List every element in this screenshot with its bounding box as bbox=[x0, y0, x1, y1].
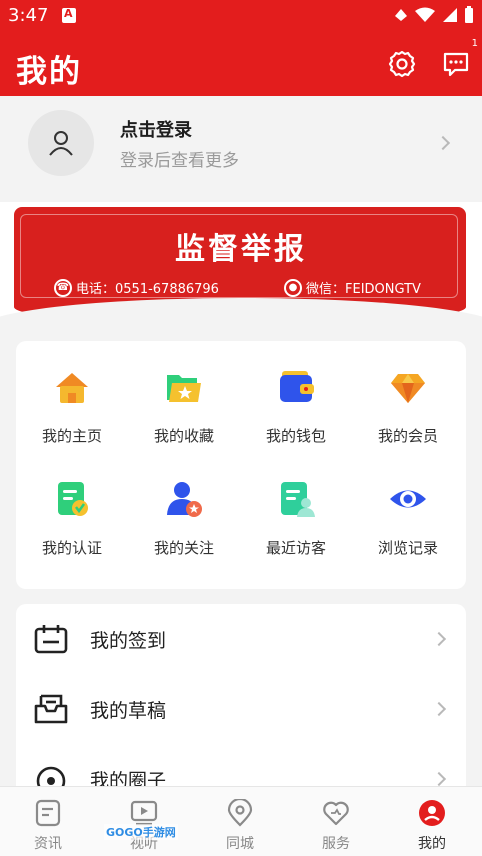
folder-star-icon bbox=[167, 375, 201, 402]
status-time: 3:47 bbox=[8, 5, 49, 26]
top-bar: 3:47 我的 1 bbox=[0, 0, 482, 96]
grid-label: 我的钱包 bbox=[265, 427, 326, 445]
eye-icon bbox=[390, 490, 426, 508]
nav-label: 同城 bbox=[226, 836, 254, 852]
grid-label: 我的主页 bbox=[41, 427, 102, 445]
nav-local[interactable]: 同城 bbox=[192, 787, 288, 856]
list-item-drafts[interactable]: 我的草稿 bbox=[16, 674, 466, 744]
calendar-icon bbox=[34, 625, 68, 654]
visitor-icon bbox=[281, 482, 315, 517]
nav-label: 资讯 bbox=[34, 836, 62, 852]
gear-icon bbox=[388, 50, 416, 78]
chevron-right-icon bbox=[435, 135, 451, 151]
wifi-icon bbox=[415, 7, 435, 22]
wallet-icon bbox=[280, 371, 314, 402]
list-item-checkin[interactable]: 我的签到 bbox=[16, 604, 466, 674]
grid-label: 浏览记录 bbox=[377, 539, 438, 557]
chevron-right-icon bbox=[431, 771, 447, 787]
grid-label: 我的收藏 bbox=[153, 427, 214, 445]
banner-phone: ☎ 电话：0551-67886796 bbox=[54, 278, 219, 297]
grid-label: 我的认证 bbox=[41, 539, 102, 557]
grid-item-history[interactable]: 浏览记录 bbox=[352, 453, 464, 563]
page-title: 我的 bbox=[16, 54, 82, 90]
settings-button[interactable] bbox=[384, 46, 420, 82]
status-icons bbox=[394, 6, 474, 24]
avatar[interactable] bbox=[28, 110, 94, 176]
diamond-icon bbox=[391, 374, 425, 403]
grid-item-wallet[interactable]: 我的钱包 bbox=[240, 341, 352, 451]
wechat-icon: ● bbox=[284, 278, 302, 297]
location-icon bbox=[227, 799, 253, 827]
menu-list: 我的签到 我的草稿 我的圈子 bbox=[16, 604, 466, 804]
cellular-icon bbox=[443, 8, 457, 22]
battery-icon bbox=[465, 6, 473, 23]
certify-icon bbox=[58, 482, 88, 516]
grid-label: 我的会员 bbox=[377, 427, 438, 445]
news-icon bbox=[35, 799, 61, 827]
nav-label: 我的 bbox=[418, 836, 446, 852]
nav-label: 服务 bbox=[322, 836, 350, 852]
list-item-label: 我的签到 bbox=[90, 630, 167, 652]
nav-video[interactable]: 视听 bbox=[96, 787, 192, 856]
grid-item-certification[interactable]: 我的认证 bbox=[16, 453, 128, 563]
signal-icon bbox=[395, 9, 407, 21]
video-icon bbox=[130, 800, 158, 826]
chevron-right-icon bbox=[431, 701, 447, 717]
messages-button[interactable]: 1 bbox=[438, 38, 478, 82]
grid-label: 最近访客 bbox=[265, 539, 326, 557]
grid-item-following[interactable]: 我的关注 bbox=[128, 453, 240, 563]
message-badge: 1 bbox=[471, 38, 478, 49]
nav-news[interactable]: 资讯 bbox=[0, 787, 96, 856]
user-icon bbox=[49, 131, 73, 156]
follow-icon bbox=[167, 482, 202, 517]
banner-wechat-text: 微信：FEIDONGTV bbox=[306, 282, 421, 297]
profile-icon bbox=[419, 800, 445, 826]
report-banner[interactable]: 监督举报 ☎ 电话：0551-67886796 ● 微信：FEIDONGTV bbox=[0, 202, 482, 328]
features-grid: 我的主页 我的收藏 我的钱包 我的会员 我的认证 我的关注 最近访客 浏览记录 bbox=[16, 341, 466, 589]
phone-icon: ☎ bbox=[54, 278, 72, 297]
nav-service[interactable]: 服务 bbox=[288, 787, 384, 856]
message-icon bbox=[443, 52, 469, 77]
login-title[interactable]: 点击登录 bbox=[120, 116, 192, 142]
inbox-icon bbox=[34, 694, 68, 724]
nav-profile[interactable]: 我的 bbox=[384, 787, 480, 856]
grid-label: 我的关注 bbox=[153, 539, 214, 557]
list-item-label: 我的草稿 bbox=[90, 700, 167, 722]
banner-title: 监督举报 bbox=[175, 232, 307, 267]
banner-phone-text: 电话：0551-67886796 bbox=[76, 282, 219, 297]
grid-item-membership[interactable]: 我的会员 bbox=[352, 341, 464, 451]
status-bar: 3:47 bbox=[0, 0, 482, 32]
bottom-nav: 资讯 视听 同城 服务 我的 bbox=[0, 786, 482, 856]
home-icon bbox=[56, 373, 88, 403]
login-subtitle: 登录后查看更多 bbox=[120, 151, 239, 171]
watermark: GOGO手游网 bbox=[104, 824, 178, 840]
grid-item-homepage[interactable]: 我的主页 bbox=[16, 341, 128, 451]
login-card[interactable]: 点击登录 登录后查看更多 bbox=[0, 96, 482, 202]
heart-icon bbox=[323, 801, 349, 826]
grid-item-visitors[interactable]: 最近访客 bbox=[240, 453, 352, 563]
chevron-right-icon bbox=[431, 631, 447, 647]
notification-a-icon bbox=[62, 7, 76, 23]
grid-item-favorites[interactable]: 我的收藏 bbox=[128, 341, 240, 451]
banner-wechat: ● 微信：FEIDONGTV bbox=[284, 278, 421, 297]
